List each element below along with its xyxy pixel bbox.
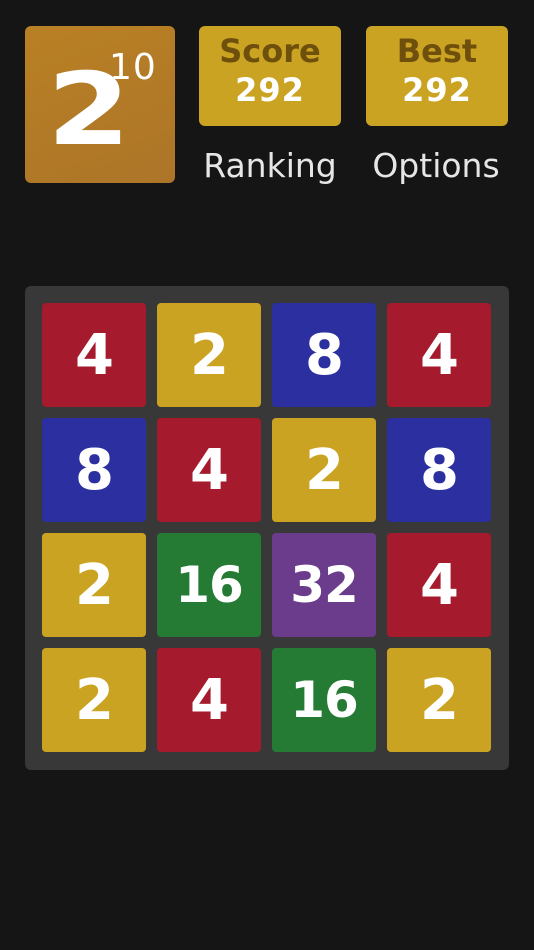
tile-8: 8 (272, 303, 376, 407)
tile-2: 2 (272, 418, 376, 522)
tile-8: 8 (42, 418, 146, 522)
game-board[interactable]: 4 2 8 4 8 4 2 8 2 16 32 4 2 4 16 2 (25, 286, 509, 770)
score-label: Score (219, 32, 321, 70)
score-value: 292 (235, 71, 305, 109)
tile-2: 2 (157, 303, 261, 407)
tile-32: 32 (272, 533, 376, 637)
ranking-button[interactable]: Ranking (186, 146, 354, 186)
tile-4: 4 (387, 303, 491, 407)
tile-4: 4 (157, 418, 261, 522)
tile-16: 16 (157, 533, 261, 637)
logo-exponent: 10 (109, 47, 157, 88)
tile-2: 2 (387, 648, 491, 752)
score-box: Score 292 (199, 26, 341, 126)
tile-4: 4 (42, 303, 146, 407)
tile-16: 16 (272, 648, 376, 752)
best-score-box: Best 292 (366, 26, 508, 126)
best-value: 292 (402, 71, 472, 109)
best-label: Best (396, 32, 478, 70)
options-button[interactable]: Options (352, 146, 520, 186)
game-logo: 2 10 (25, 26, 175, 183)
tile-2: 2 (42, 533, 146, 637)
tile-4: 4 (387, 533, 491, 637)
tile-8: 8 (387, 418, 491, 522)
game-screen: 2 10 Score 292 Best 292 Ranking Options … (0, 0, 534, 950)
tile-2: 2 (42, 648, 146, 752)
tile-4: 4 (157, 648, 261, 752)
